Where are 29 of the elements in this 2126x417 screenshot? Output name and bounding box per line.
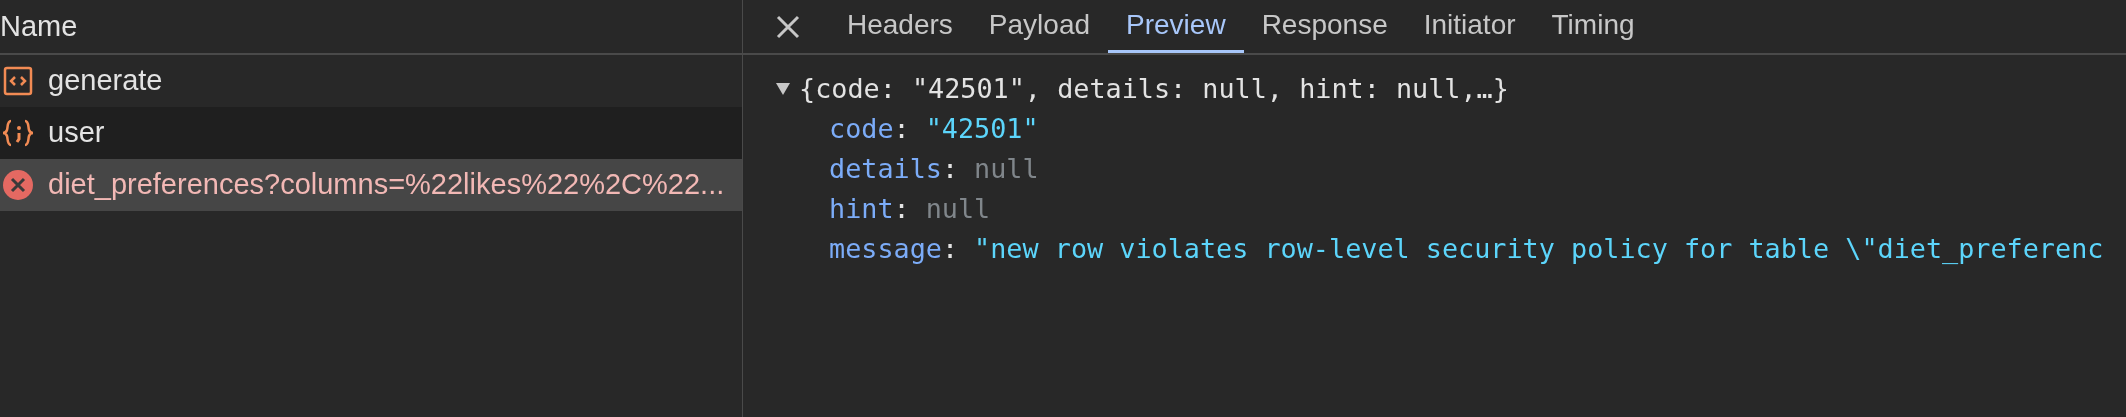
braces-icon xyxy=(2,118,34,148)
request-name: user xyxy=(48,115,105,151)
tab[interactable]: Preview xyxy=(1108,0,1244,53)
property-key: details xyxy=(829,149,942,189)
object-summary: {code: "42501", details: null, hint: null,…} xyxy=(799,72,1509,106)
code-file-icon xyxy=(3,66,33,96)
tab[interactable]: Headers xyxy=(829,0,971,53)
tab[interactable]: Payload xyxy=(970,0,1109,53)
request-row[interactable]: user xyxy=(0,107,742,159)
colon: : xyxy=(893,112,910,146)
property-key: message xyxy=(829,229,942,269)
property-key: code xyxy=(829,109,894,149)
request-name: diet_preferences?columns=%22likes%22%2C%22... xyxy=(48,167,725,203)
collapse-triangle-icon[interactable] xyxy=(775,82,791,96)
property-value: null xyxy=(974,152,1039,186)
error-icon xyxy=(2,169,34,201)
property-value: null xyxy=(925,192,991,226)
request-name: generate xyxy=(48,63,163,99)
tab[interactable]: Response xyxy=(1243,0,1406,53)
property-value: "42501" xyxy=(925,112,1039,146)
colon: : xyxy=(941,152,959,186)
request-row[interactable]: diet_preferences?columns=%22likes%22%2C%22... xyxy=(0,159,742,211)
tab[interactable]: Initiator xyxy=(1405,0,1534,53)
column-header[interactable]: Name xyxy=(0,4,78,49)
colon: : xyxy=(941,232,959,266)
property-key: hint xyxy=(829,189,894,229)
colon: : xyxy=(893,192,910,226)
tab[interactable]: Timing xyxy=(1533,0,1653,53)
property-value: "new row violates row-level security policy for table \"diet_preferenc xyxy=(974,232,2104,266)
